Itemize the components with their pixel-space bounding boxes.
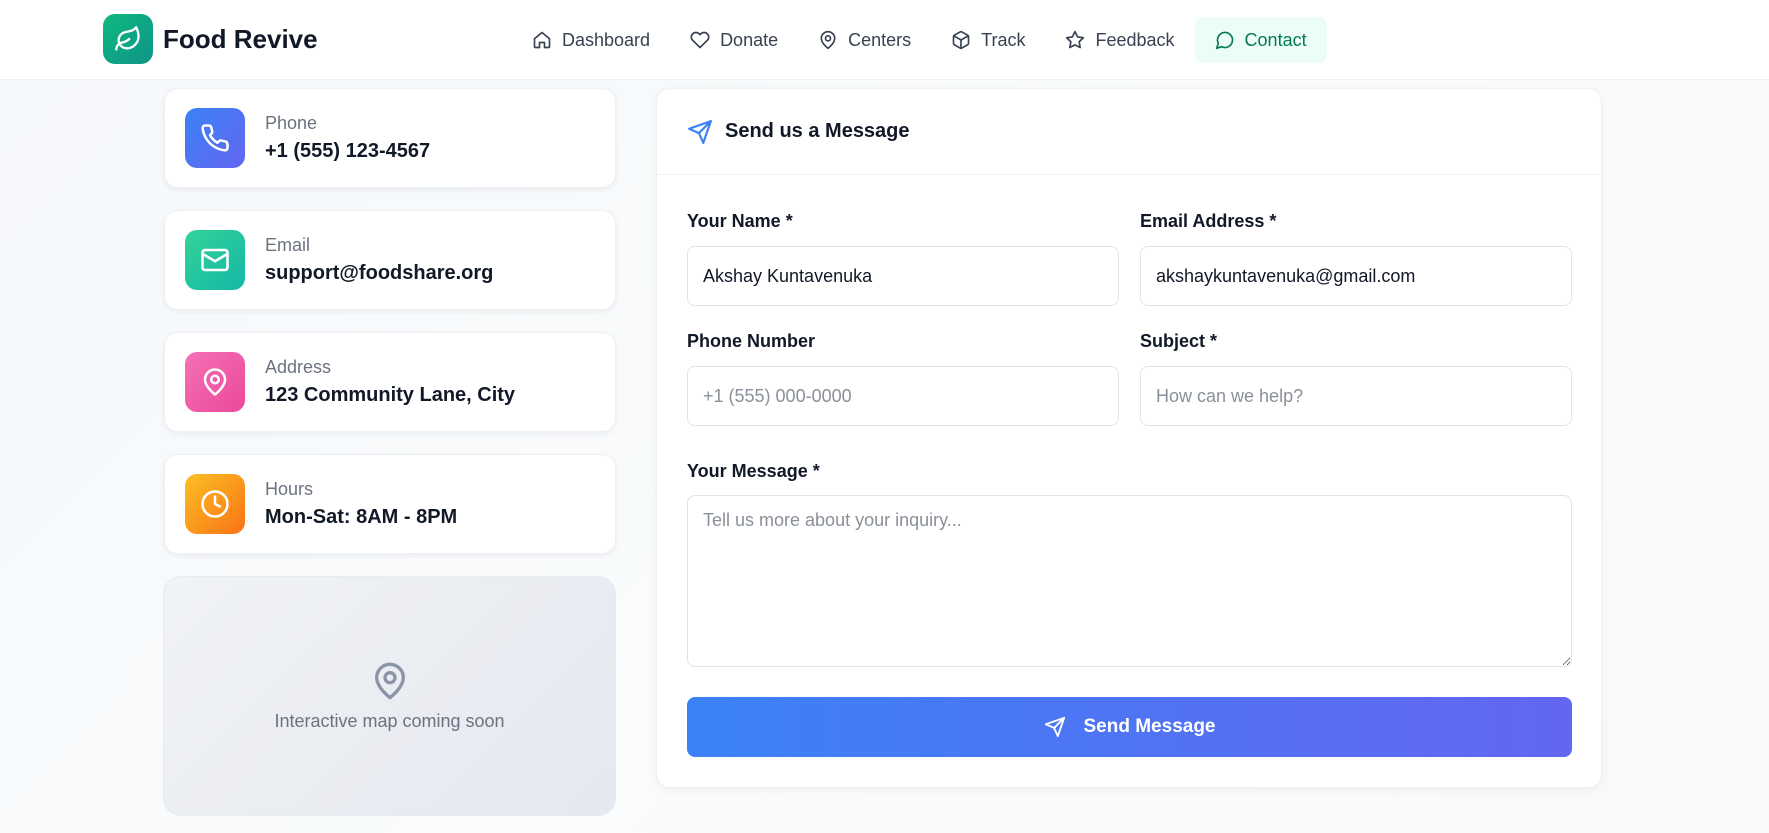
- name-label: Your Name *: [687, 211, 793, 231]
- subject-label: Subject *: [1140, 331, 1218, 351]
- map-placeholder-text: Interactive map coming soon: [274, 710, 505, 731]
- nav-item-label: Centers: [848, 29, 912, 50]
- contact-label: Hours: [265, 479, 314, 499]
- contact-label: Email: [265, 235, 311, 255]
- leaf-icon: [103, 14, 153, 64]
- send-icon: [1044, 716, 1065, 738]
- email-input[interactable]: [1140, 246, 1572, 306]
- top-nav-bar: Food Revive Dashboard Donate Centers Tra…: [0, 0, 1769, 80]
- contact-card-email: Email support@foodshare.org: [164, 210, 616, 310]
- home-icon: [533, 31, 551, 49]
- email-label: Email Address *: [1140, 211, 1277, 231]
- contact-card-address: Address 123 Community Lane, City: [164, 332, 616, 432]
- contact-label: Phone: [265, 113, 318, 133]
- phone-input[interactable]: [687, 366, 1119, 426]
- nav-item-label: Feedback: [1095, 29, 1175, 50]
- form-header: Send us a Message: [657, 89, 1601, 175]
- nav-item-dashboard[interactable]: Dashboard: [512, 17, 670, 63]
- map-placeholder: Interactive map coming soon: [163, 576, 616, 816]
- form-title: Send us a Message: [725, 120, 910, 142]
- map-pin-icon: [820, 30, 836, 50]
- subject-input[interactable]: [1140, 366, 1572, 426]
- contact-value: +1 (555) 123-4567: [265, 140, 431, 162]
- heart-icon: [690, 31, 710, 49]
- contact-value: Mon-Sat: 8AM - 8PM: [265, 506, 458, 528]
- package-icon: [952, 30, 970, 50]
- phone-label: Phone Number: [687, 331, 816, 351]
- nav-item-track[interactable]: Track: [931, 17, 1045, 63]
- send-message-label: Send Message: [1083, 716, 1216, 737]
- star-icon: [1066, 30, 1085, 49]
- send-message-button[interactable]: Send Message: [687, 697, 1572, 757]
- phone-icon: [185, 108, 245, 168]
- contact-card-phone: Phone +1 (555) 123-4567: [164, 88, 616, 188]
- nav-item-centers[interactable]: Centers: [798, 17, 931, 63]
- brand[interactable]: Food Revive: [103, 14, 318, 64]
- message-textarea[interactable]: [687, 495, 1572, 667]
- clock-icon: [185, 474, 245, 534]
- brand-name: Food Revive: [163, 23, 318, 54]
- nav-item-label: Dashboard: [562, 29, 651, 50]
- contact-form: Send us a Message Your Name * Email Addr…: [656, 88, 1602, 788]
- nav-item-label: Contact: [1244, 29, 1307, 50]
- name-input[interactable]: [687, 246, 1119, 306]
- nav-item-feedback[interactable]: Feedback: [1045, 17, 1194, 63]
- map-pin-icon: [374, 662, 405, 699]
- message-circle-icon: [1215, 31, 1233, 50]
- map-pin-icon: [185, 352, 245, 412]
- nav-item-label: Donate: [720, 29, 779, 50]
- nav-item-label: Track: [981, 29, 1026, 50]
- contact-label: Address: [265, 357, 332, 377]
- nav-item-donate[interactable]: Donate: [670, 17, 798, 63]
- main-nav: Dashboard Donate Centers Track Feedback …: [512, 17, 1327, 63]
- contact-value: 123 Community Lane, City: [265, 384, 516, 406]
- message-label: Your Message *: [687, 461, 820, 481]
- contact-value: support@foodshare.org: [265, 262, 494, 284]
- mail-icon: [185, 230, 245, 290]
- nav-item-contact[interactable]: Contact: [1194, 17, 1327, 63]
- send-icon: [688, 119, 712, 144]
- contact-card-hours: Hours Mon-Sat: 8AM - 8PM: [164, 454, 616, 554]
